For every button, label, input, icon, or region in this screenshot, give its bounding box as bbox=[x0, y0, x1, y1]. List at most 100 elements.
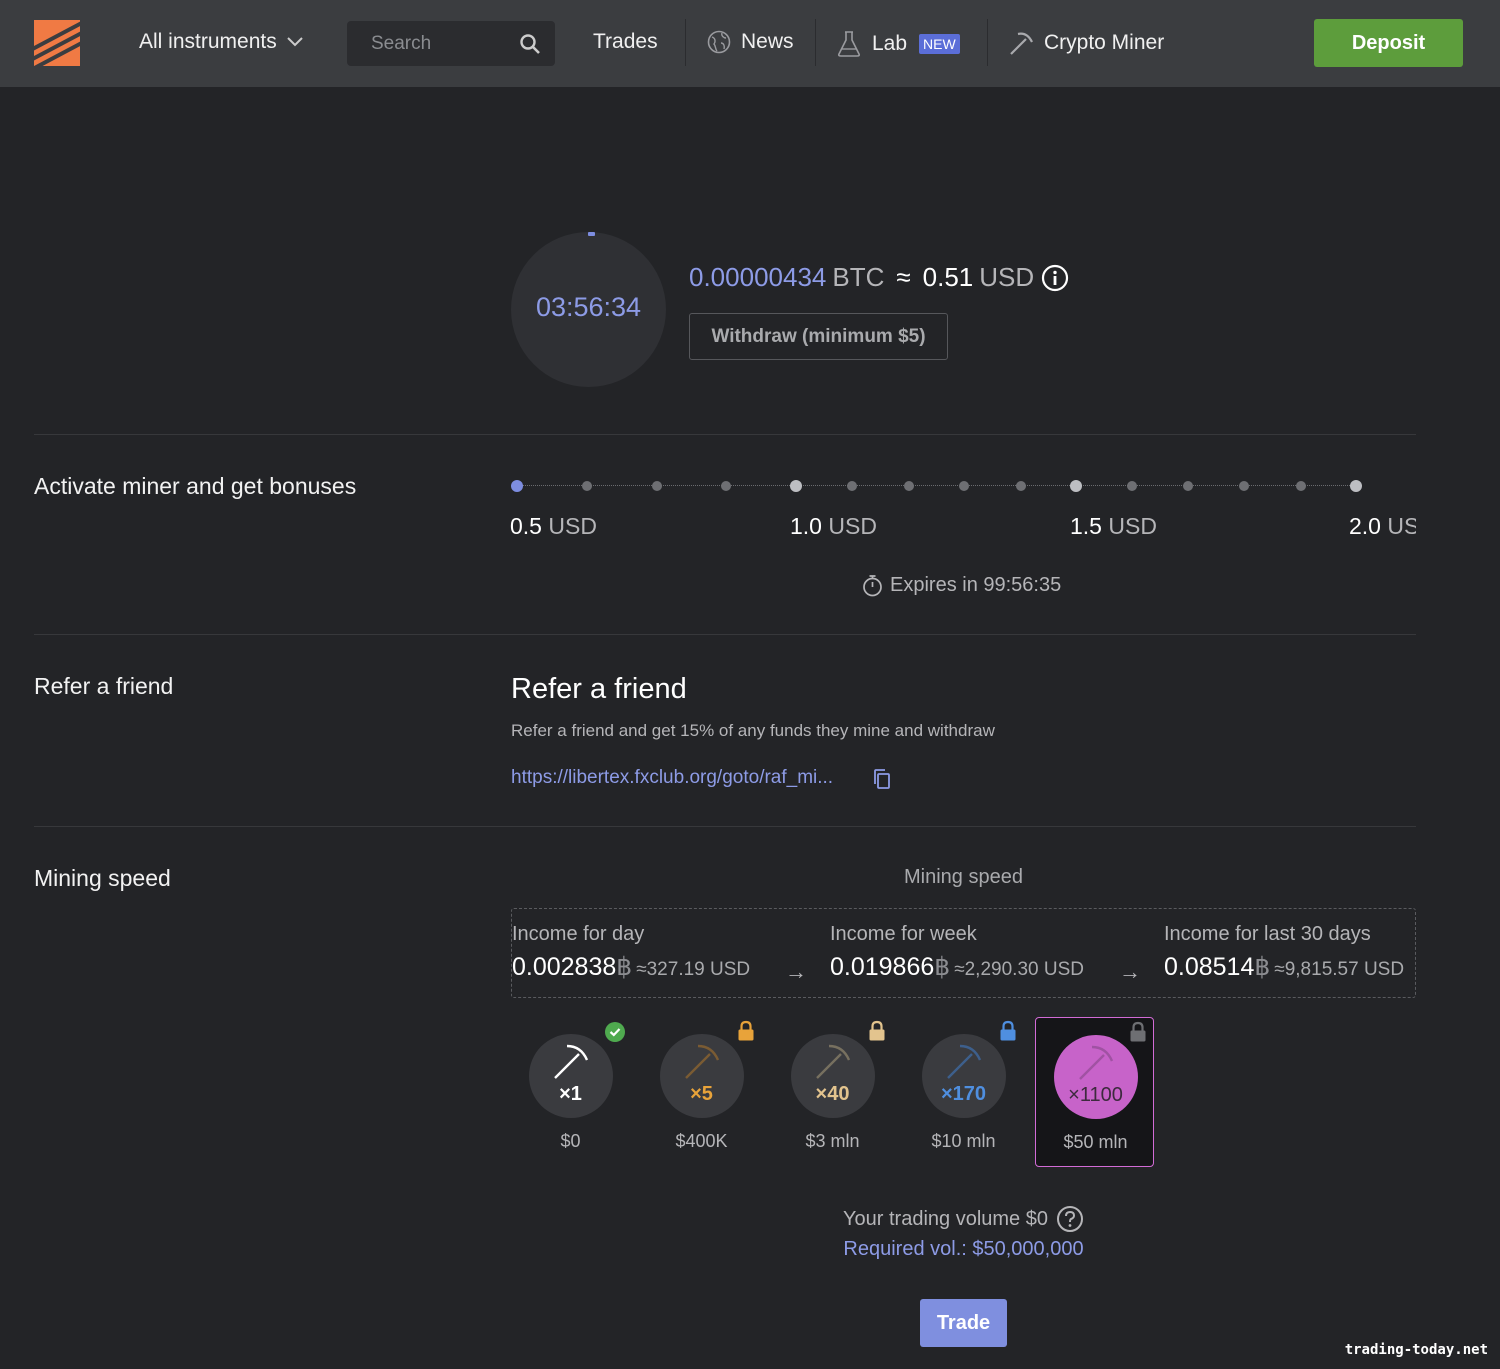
divider bbox=[34, 434, 1416, 435]
nav-news-label: News bbox=[741, 30, 794, 53]
miner-multiplier: ×170 bbox=[940, 1083, 987, 1105]
referral-link[interactable]: https://libertex.fxclub.org/goto/raf_mi.… bbox=[511, 767, 833, 789]
bonus-milestone-label: 1.0 USD bbox=[790, 513, 877, 540]
miner-multiplier: ×1100 bbox=[1068, 1084, 1123, 1106]
miner-price: $10 mln bbox=[931, 1131, 996, 1151]
miner-price: $3 mln bbox=[805, 1131, 860, 1151]
bonus-milestone-clip: 2.0 USD bbox=[1340, 513, 1416, 543]
deposit-button[interactable]: Deposit bbox=[1314, 19, 1463, 67]
nav-divider bbox=[987, 19, 988, 66]
divider bbox=[34, 634, 1416, 635]
check-icon bbox=[605, 1022, 625, 1042]
search-input[interactable] bbox=[347, 21, 507, 66]
copy-icon[interactable] bbox=[872, 768, 892, 790]
miner-price: $0 bbox=[560, 1131, 581, 1151]
milestone-unit: USD bbox=[1108, 513, 1157, 539]
btc-unit: BTC bbox=[832, 262, 885, 292]
all-instruments-dropdown[interactable]: All instruments bbox=[139, 30, 303, 54]
milestone-unit: USD bbox=[548, 513, 597, 539]
flask-icon bbox=[837, 31, 861, 57]
income-30-days: Income for last 30 days 0.08514฿ ≈9,815.5… bbox=[1164, 923, 1404, 982]
bonus-dot bbox=[959, 481, 969, 491]
mining-timer: 03:56:34 bbox=[535, 292, 642, 322]
bonus-dot bbox=[904, 481, 914, 491]
trading-volume: Your trading volume $0 bbox=[511, 1205, 1416, 1233]
income-label: Income for last 30 days bbox=[1164, 923, 1371, 945]
miner-multiplier: ×5 bbox=[690, 1083, 713, 1105]
btc-symbol: ฿ bbox=[934, 953, 951, 981]
bonus-milestone-label: 2.0 USD bbox=[1349, 513, 1416, 540]
pickaxe-icon bbox=[685, 1044, 720, 1079]
logo[interactable] bbox=[34, 20, 80, 66]
timer-progress-marker bbox=[588, 232, 595, 236]
search-box bbox=[347, 21, 555, 66]
bonus-dot-milestone bbox=[790, 480, 802, 492]
income-label: Income for day bbox=[512, 923, 645, 945]
mining-speed-caption: Mining speed bbox=[904, 866, 1023, 888]
nav-news[interactable]: News bbox=[707, 30, 794, 54]
milestone-value: 1.0 bbox=[790, 513, 822, 539]
pickaxe-icon bbox=[816, 1044, 851, 1079]
pickaxe-icon bbox=[1010, 32, 1033, 55]
miner-level-x5[interactable]: ×5 $400K bbox=[642, 1017, 761, 1167]
bonus-dot-milestone bbox=[1070, 480, 1082, 492]
mining-speed-section-title: Mining speed bbox=[34, 865, 171, 891]
bonus-dot bbox=[1296, 481, 1306, 491]
nav-lab-label: Lab bbox=[872, 32, 908, 55]
bonus-expiry: Expires in 99:56:35 bbox=[862, 574, 1061, 597]
nav-divider bbox=[685, 19, 686, 66]
pickaxe-icon bbox=[947, 1044, 982, 1079]
bonus-dot bbox=[652, 481, 662, 491]
miner-price: $50 mln bbox=[1063, 1132, 1128, 1152]
required-volume: Required vol.: $50,000,000 bbox=[843, 1238, 1084, 1260]
miner-multiplier: ×1 bbox=[559, 1083, 582, 1105]
search-icon[interactable] bbox=[519, 33, 541, 55]
withdraw-button[interactable]: Withdraw (minimum $5) bbox=[689, 313, 948, 360]
milestone-value: 2.0 bbox=[1349, 513, 1381, 539]
nav-crypto-miner-label: Crypto Miner bbox=[1044, 31, 1165, 54]
miner-level-x1100[interactable]: ×1100 $50 mln bbox=[1035, 1017, 1154, 1167]
chevron-down-icon bbox=[287, 37, 303, 47]
milestone-unit: USD bbox=[828, 513, 877, 539]
refer-section-title: Refer a friend bbox=[34, 673, 174, 699]
miner-level-x170[interactable]: ×170 $10 mln bbox=[904, 1017, 1023, 1167]
arrow-icon: → bbox=[785, 959, 807, 984]
pickaxe-icon bbox=[1079, 1045, 1114, 1080]
usd-amount: 0.51 bbox=[922, 262, 974, 292]
btc-symbol: ฿ bbox=[616, 953, 633, 981]
help-icon[interactable] bbox=[1056, 1205, 1084, 1233]
nav-trades-label: Trades bbox=[593, 30, 658, 53]
bonuses-title: Activate miner and get bonuses bbox=[34, 473, 357, 499]
all-instruments-label: All instruments bbox=[139, 30, 277, 53]
usd-unit: USD bbox=[979, 262, 1035, 292]
bonus-track bbox=[517, 485, 1356, 486]
miner-level-x1[interactable]: ×1 $0 bbox=[511, 1017, 630, 1167]
lock-icon bbox=[869, 1020, 885, 1041]
bonus-dot-active bbox=[511, 480, 523, 492]
miner-multiplier: ×40 bbox=[815, 1083, 850, 1105]
info-icon[interactable] bbox=[1041, 264, 1069, 292]
trade-button[interactable]: Trade bbox=[920, 1299, 1007, 1347]
bonus-milestone-label: 1.5 USD bbox=[1070, 513, 1157, 540]
nav-lab[interactable]: Lab NEW bbox=[836, 30, 960, 58]
lock-icon bbox=[1130, 1021, 1146, 1042]
bonus-dot-milestone bbox=[1350, 480, 1362, 492]
nav-trades[interactable]: Trades bbox=[593, 30, 658, 54]
income-week: Income for week 0.019866฿ ≈2,290.30 USD bbox=[830, 923, 1084, 982]
bonus-dot bbox=[847, 481, 857, 491]
mined-balance: 0.00000434 BTC ≈ 0.51 USD bbox=[689, 262, 1069, 293]
miner-level-x40[interactable]: ×40 $3 mln bbox=[773, 1017, 892, 1167]
bonus-dot bbox=[1183, 481, 1193, 491]
top-bar: All instruments Trades News Lab NEW Cryp… bbox=[0, 0, 1500, 87]
lock-icon bbox=[738, 1020, 754, 1041]
nav-crypto-miner[interactable]: Crypto Miner bbox=[1008, 30, 1164, 56]
approx-sign: ≈ bbox=[896, 262, 911, 292]
arrow-icon: → bbox=[1119, 959, 1141, 984]
bonus-dot bbox=[1239, 481, 1249, 491]
new-badge: NEW bbox=[919, 34, 960, 54]
bonus-dot bbox=[1127, 481, 1137, 491]
income-btc: 0.08514 bbox=[1164, 953, 1255, 981]
milestone-value: 0.5 bbox=[510, 513, 542, 539]
income-usd: ≈9,815.57 USD bbox=[1274, 959, 1405, 980]
refer-heading: Refer a friend bbox=[511, 673, 687, 705]
